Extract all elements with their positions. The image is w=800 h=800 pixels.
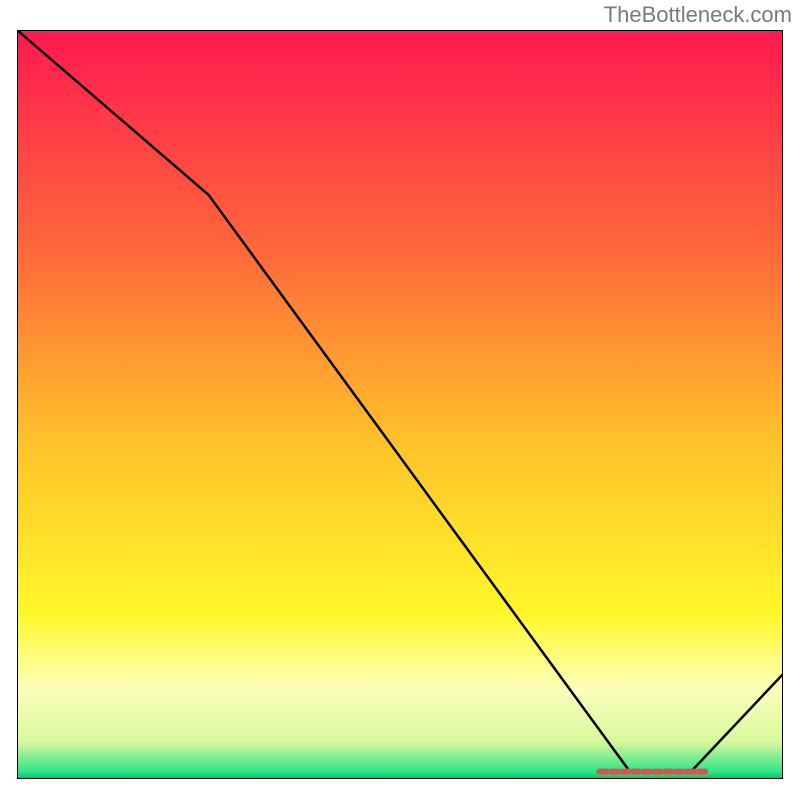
watermark-text: TheBottleneck.com (604, 2, 792, 28)
gradient-background (17, 30, 783, 779)
bottleneck-chart (17, 30, 783, 779)
chart-svg (17, 30, 783, 779)
